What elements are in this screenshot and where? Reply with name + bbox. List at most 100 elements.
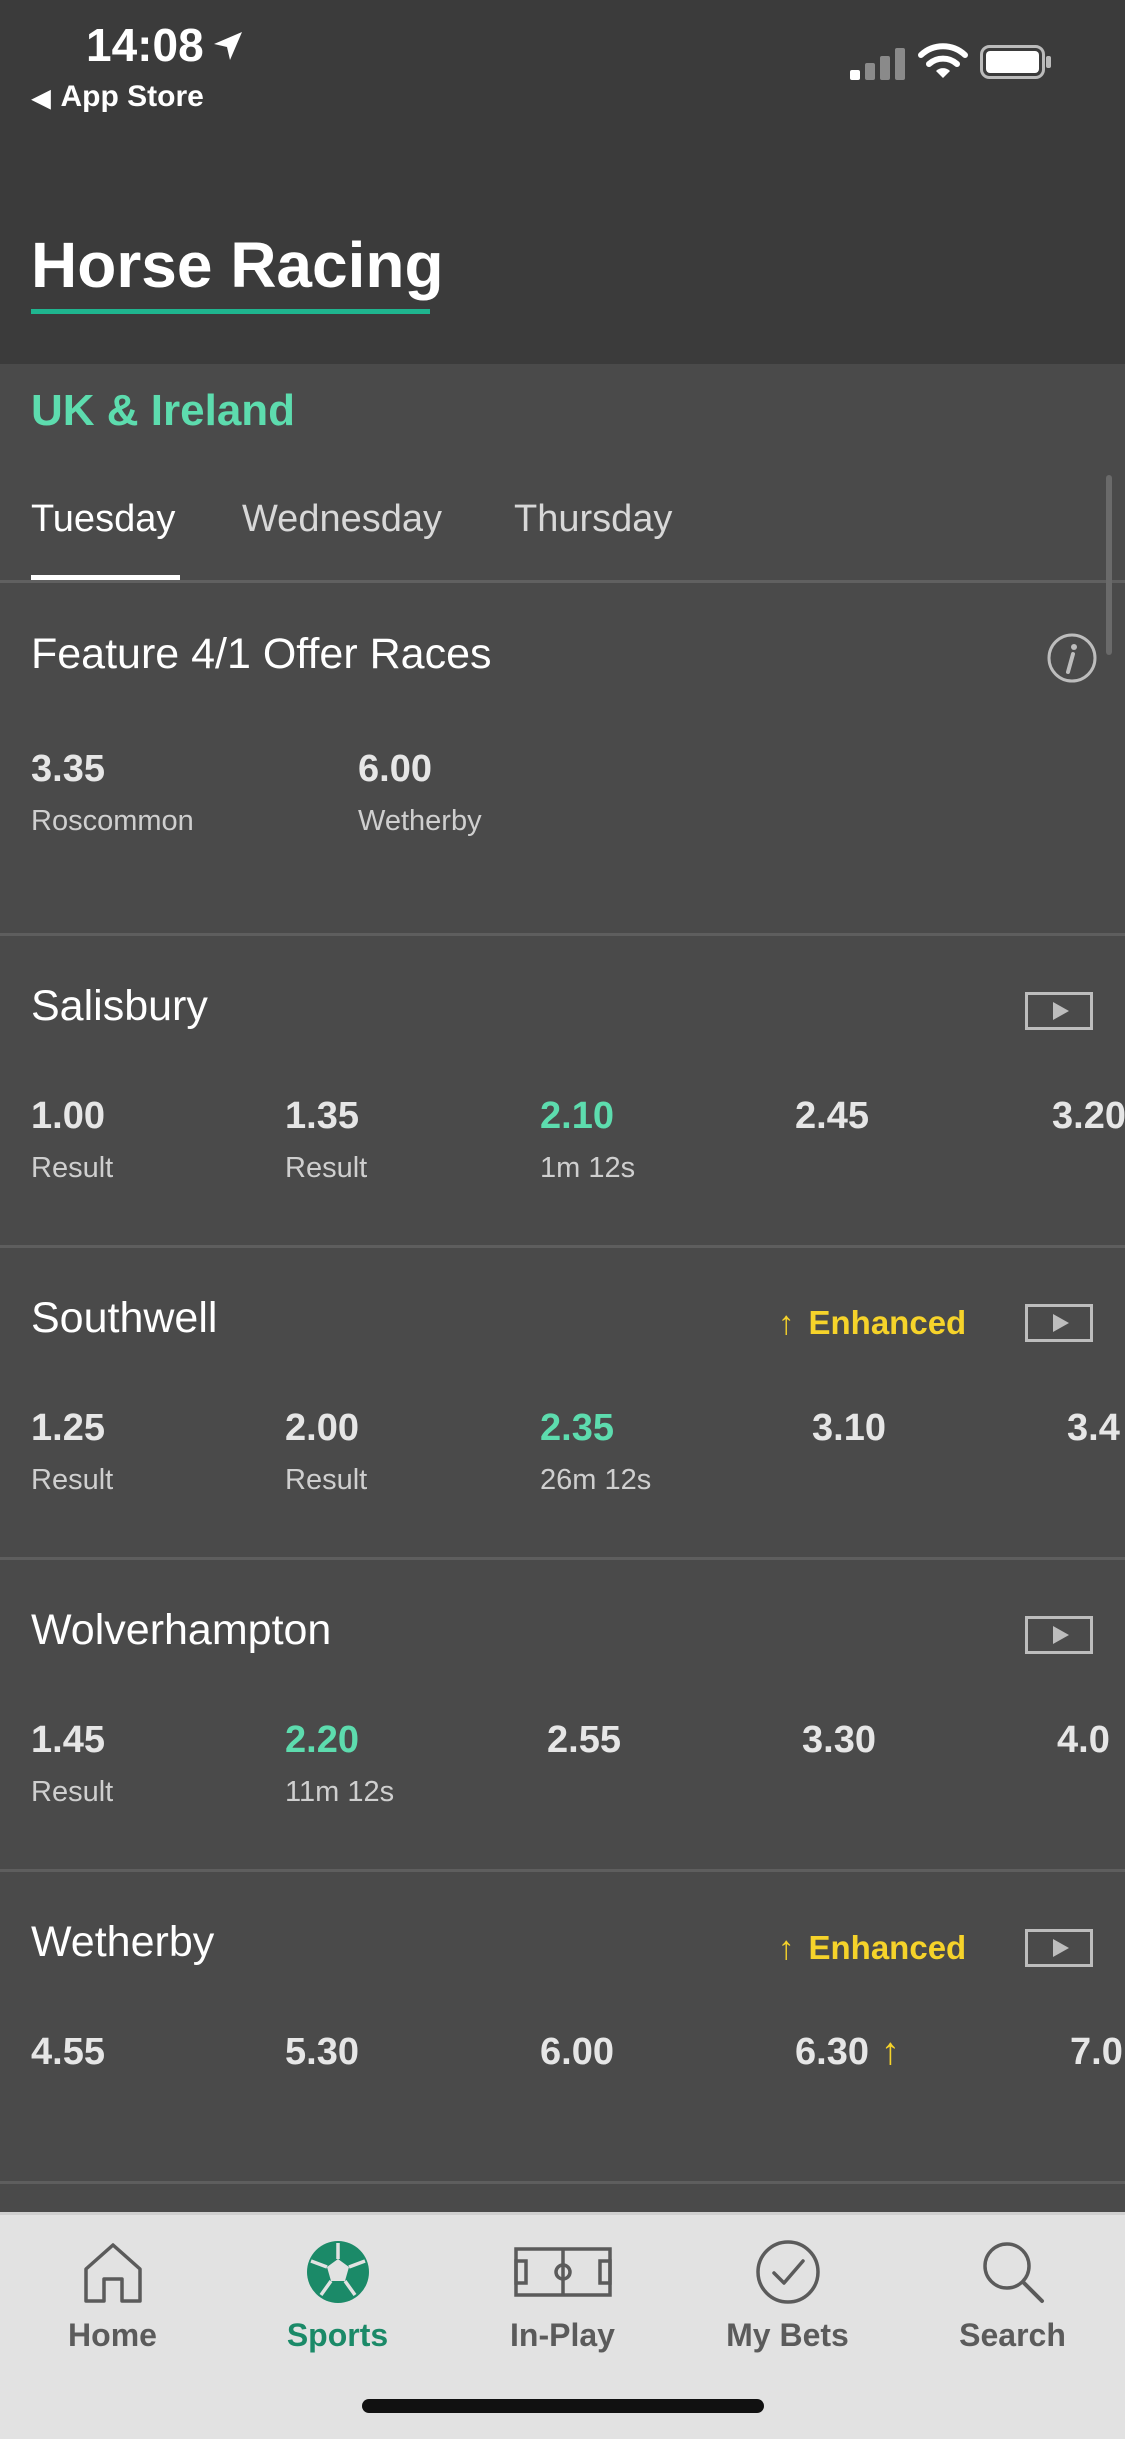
up-arrow-icon: ↑ [778,1304,795,1341]
race-salisbury-5[interactable]: 3.20 [1052,1095,1125,1138]
scrollbar[interactable] [1106,475,1112,655]
race-status: Result [31,1776,114,1808]
enhanced-badge: ↑ Enhanced [778,1304,966,1342]
section-divider [0,2181,1125,2184]
race-wolverhampton-1[interactable]: 1.45 Result [31,1719,113,1809]
race-southwell-3[interactable]: 2.35 26m 12s [540,1407,651,1497]
race-salisbury-1[interactable]: 1.00 Result [31,1095,113,1185]
tabbar-home[interactable]: Home [0,2215,225,2375]
tabbar-label: My Bets [726,2317,849,2353]
race-time: 3.10 [812,1407,886,1449]
race-wolverhampton-5[interactable]: 4.0 [1057,1719,1125,1762]
race-salisbury-2[interactable]: 1.35 Result [285,1095,367,1185]
race-time: 2.20 [285,1719,359,1761]
section-divider [0,1245,1125,1248]
race-status: Result [31,1464,114,1496]
video-icon[interactable] [1025,992,1093,1030]
race-time-value: 6.30 [795,2031,869,2073]
race-time: 7.0 [1070,2031,1123,2073]
page-title: Horse Racing [31,229,444,301]
race-time: 2.10 [540,1095,614,1137]
tabbar-label: In-Play [510,2317,615,2353]
race-wetherby-1[interactable]: 4.55 [31,2031,105,2074]
race-wetherby-2[interactable]: 5.30 [285,2031,359,2074]
enhanced-label: Enhanced [808,1929,967,1966]
pitch-icon [513,2247,612,2297]
race-time: 2.55 [547,1719,621,1761]
video-icon[interactable] [1025,1929,1093,1967]
tab-thursday[interactable]: Thursday [514,498,672,541]
enhanced-badge: ↑ Enhanced [778,1929,966,1967]
tabbar-in-play[interactable]: In-Play [450,2215,675,2375]
wifi-icon [918,43,968,78]
day-tabs: Tuesday Wednesday Thursday [0,470,1125,582]
race-countdown: 11m 12s [285,1776,395,1808]
tab-tuesday[interactable]: Tuesday [31,498,175,541]
boost-arrow-icon: ↑ [880,2031,900,2073]
race-status: Result [285,1464,368,1496]
race-southwell-5[interactable]: 3.4 [1067,1407,1125,1450]
race-southwell-2[interactable]: 2.00 Result [285,1407,367,1497]
app-header: 14:08 ◀ App Store Horse Racing [0,0,1125,364]
back-triangle-icon: ◀ [32,85,51,112]
race-southwell-1[interactable]: 1.25 Result [31,1407,113,1497]
race-time: 6.00 [540,2031,614,2073]
tabbar-label: Sports [286,2317,389,2353]
enhanced-label: Enhanced [808,1304,967,1341]
region-label: UK & Ireland [31,386,296,435]
race-time: 3.4 [1067,1407,1120,1449]
section-divider [0,933,1125,936]
section-divider [0,1557,1125,1560]
section-divider [0,1869,1125,1872]
feature-title: Feature 4/1 Offer Races [31,630,492,678]
race-time: 4.0 [1057,1719,1110,1761]
tabbar-search[interactable]: Search [900,2215,1125,2375]
race-time: 2.45 [795,1095,869,1137]
race-time: 2.35 [540,1407,614,1449]
tabbar-sports[interactable]: Sports [225,2215,450,2375]
tabbar-my-bets[interactable]: My Bets [675,2215,900,2375]
race-time: 3.30 [802,1719,876,1761]
race-time: 3.20 [1052,1095,1125,1137]
feature-race-wetherby[interactable]: 6.00 Wetherby [358,748,482,838]
video-icon[interactable] [1025,1304,1093,1342]
race-wetherby-4[interactable]: 6.30 ↑ [795,2031,900,2074]
home-icon [83,2243,142,2303]
meeting-name-southwell[interactable]: Southwell [31,1294,217,1343]
info-icon[interactable] [1046,632,1098,684]
race-time: 1.25 [31,1407,105,1449]
up-arrow-icon: ↑ [778,1929,795,1966]
meeting-name-salisbury[interactable]: Salisbury [31,982,208,1031]
meeting-name-wetherby[interactable]: Wetherby [31,1918,214,1967]
video-icon[interactable] [1025,1616,1093,1654]
race-time: 1.35 [285,1095,359,1137]
search-icon [982,2242,1044,2303]
race-venue: Roscommon [31,805,194,837]
home-indicator[interactable] [362,2399,764,2413]
race-wolverhampton-2[interactable]: 2.20 11m 12s [285,1719,394,1809]
feature-race-roscommon[interactable]: 3.35 Roscommon [31,748,194,838]
race-time: 4.55 [31,2031,105,2073]
title-underline [31,309,430,314]
tabs-divider [0,580,1125,583]
race-salisbury-4[interactable]: 2.45 [795,1095,869,1138]
battery-icon [980,45,1051,79]
race-countdown: 1m 12s [540,1152,636,1184]
race-venue: Wetherby [358,805,482,837]
race-wolverhampton-4[interactable]: 3.30 [802,1719,876,1762]
bottom-tab-bar: Home Sports In-Play My Bets Search [0,2212,1125,2439]
race-countdown: 26m 12s [540,1464,652,1496]
tab-wednesday[interactable]: Wednesday [242,498,442,541]
race-time: 6.30 ↑ [795,2031,900,2074]
cellular-signal-icon [850,48,905,80]
meeting-name-wolverhampton[interactable]: Wolverhampton [31,1606,331,1655]
race-wolverhampton-3[interactable]: 2.55 [547,1719,621,1762]
race-salisbury-3[interactable]: 2.10 1m 12s [540,1095,635,1185]
football-icon [306,2241,369,2303]
back-label: App Store [60,80,204,113]
race-status: Result [285,1152,368,1184]
race-southwell-4[interactable]: 3.10 [812,1407,886,1450]
race-wetherby-5[interactable]: 7.0 [1070,2031,1125,2074]
back-to-app-store[interactable]: ◀ App Store [32,80,204,114]
race-wetherby-3[interactable]: 6.00 [540,2031,614,2074]
